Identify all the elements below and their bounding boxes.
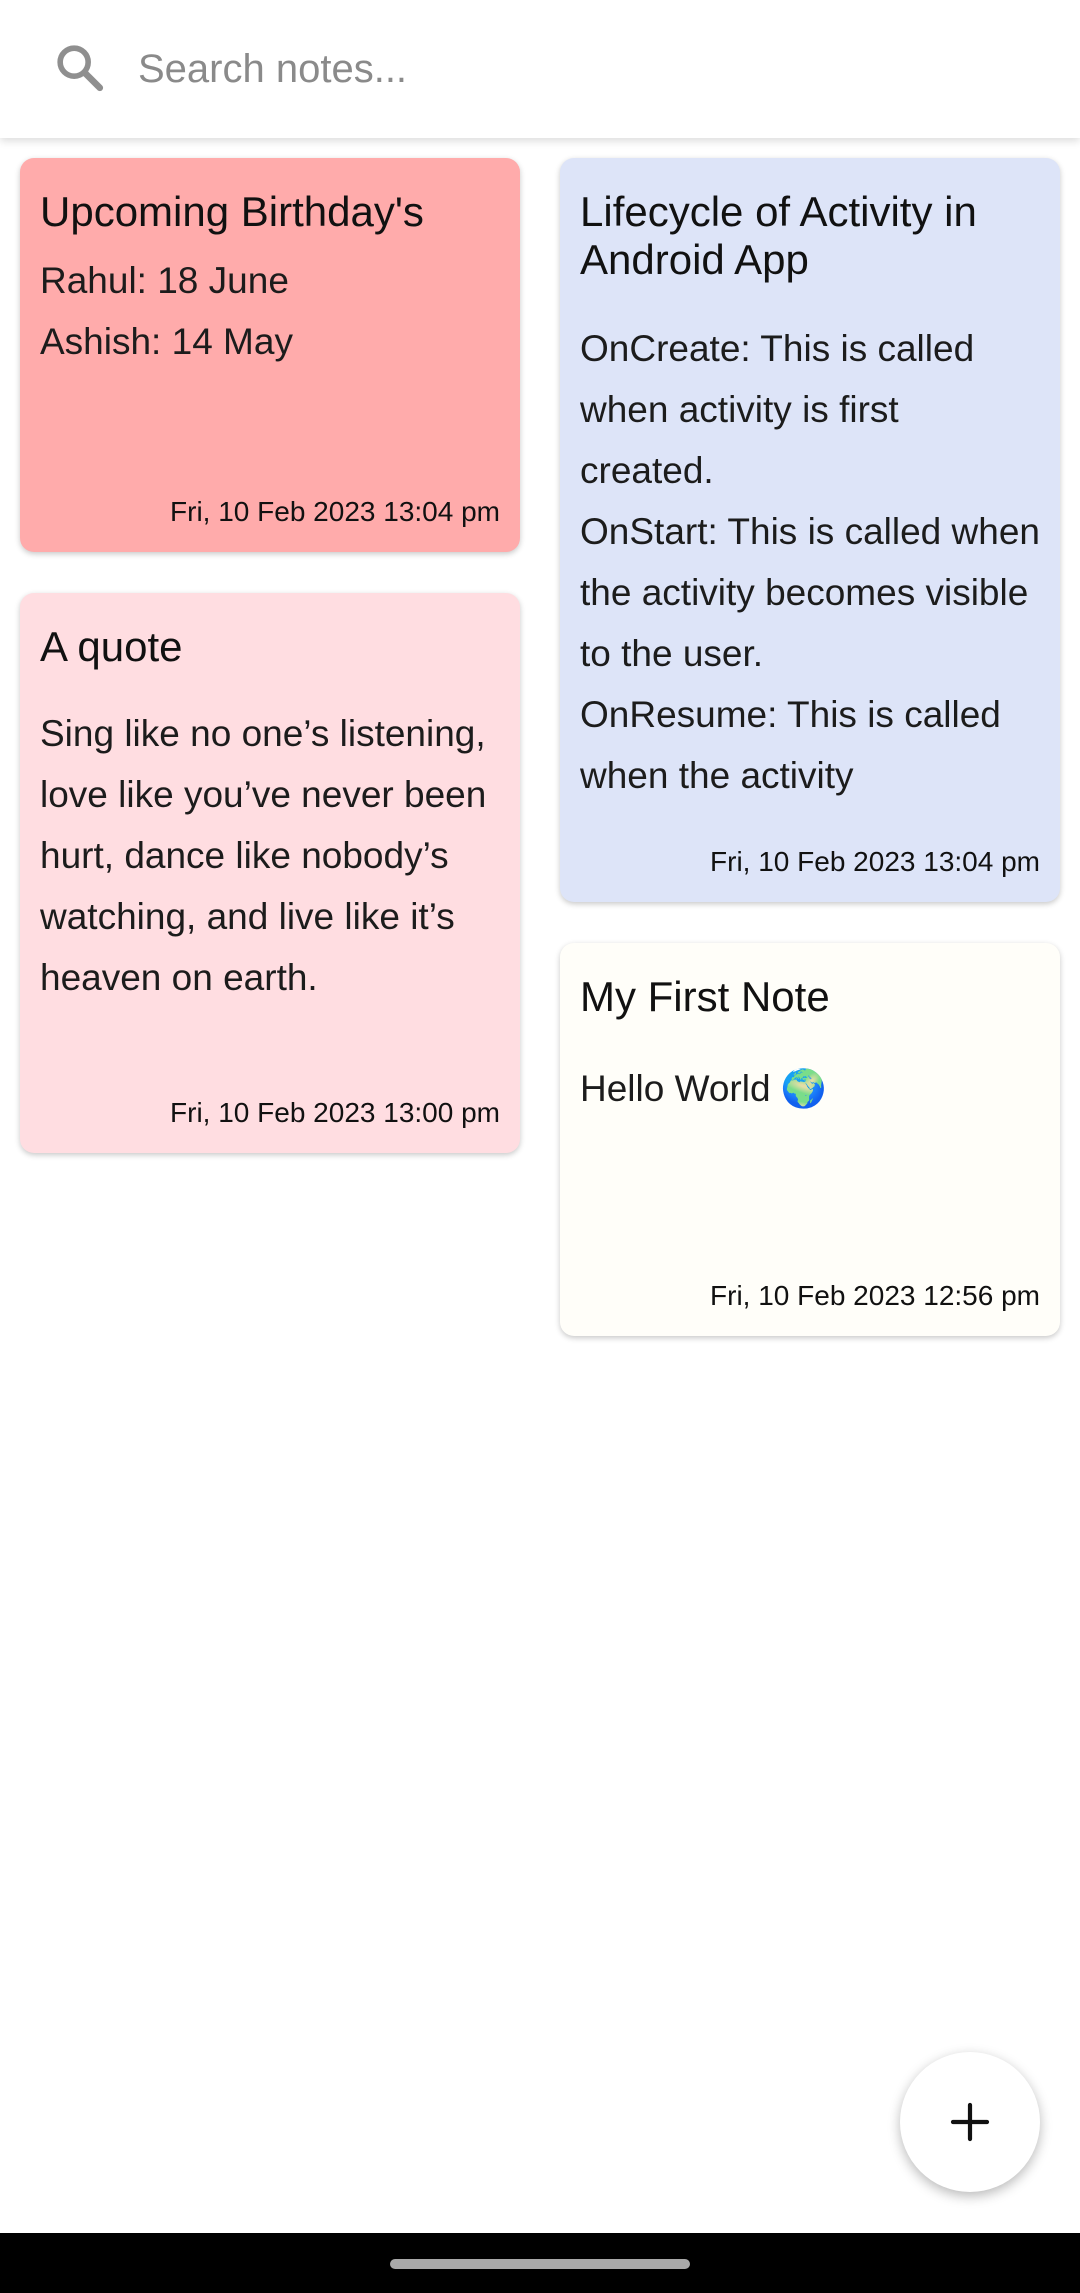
note-body: OnCreate: This is called when activity i… (580, 328, 1040, 796)
search-input[interactable] (138, 30, 1018, 108)
note-card-a-quote[interactable]: A quote Sing like no one’s listening, lo… (20, 593, 520, 1153)
note-date: Fri, 10 Feb 2023 13:04 pm (710, 846, 1040, 877)
note-title: A quote (40, 623, 183, 670)
note-title: Lifecycle of Activity in Android App (580, 188, 977, 283)
note-body: Hello World 🌍 (580, 1068, 827, 1109)
search-bar (0, 0, 1080, 138)
system-navigation-bar (0, 2233, 1080, 2293)
note-body: Rahul: 18 June Ashish: 14 May (40, 260, 293, 362)
note-card-my-first-note[interactable]: My First Note Hello World 🌍 Fri, 10 Feb … (560, 943, 1060, 1336)
note-date: Fri, 10 Feb 2023 12:56 pm (710, 1280, 1040, 1311)
home-indicator[interactable] (390, 2259, 690, 2269)
add-note-button[interactable] (900, 2052, 1040, 2192)
note-date: Fri, 10 Feb 2023 13:00 pm (170, 1097, 500, 1128)
note-title: My First Note (580, 973, 830, 1020)
plus-icon (950, 2102, 990, 2142)
note-body-clip: OnCreate: This is called when activity i… (580, 318, 1040, 902)
search-icon (57, 45, 104, 92)
note-date: Fri, 10 Feb 2023 13:04 pm (170, 496, 500, 527)
note-title: Upcoming Birthday's (40, 188, 424, 235)
note-card-upcoming-birthdays[interactable]: Upcoming Birthday's Rahul: 18 June Ashis… (20, 158, 520, 552)
note-card-lifecycle-of-activity[interactable]: Lifecycle of Activity in Android App OnC… (560, 158, 1060, 902)
note-body: Sing like no one’s listening, love like … (40, 713, 487, 998)
